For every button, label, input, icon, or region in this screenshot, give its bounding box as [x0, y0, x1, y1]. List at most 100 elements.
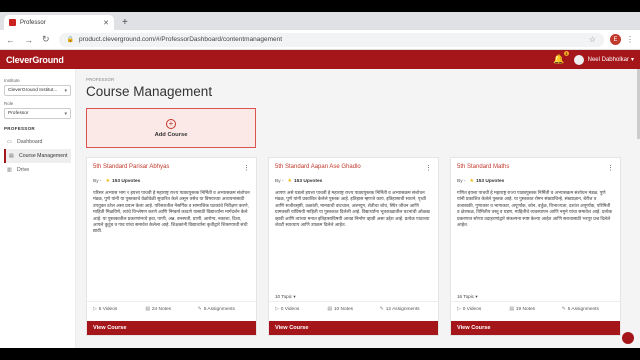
sidebar: Institute CleverGround Institut... ▾ Rol… — [0, 69, 76, 348]
user-name[interactable]: Neel Dabholkar — [588, 57, 629, 63]
floating-action-button[interactable] — [622, 332, 634, 344]
sidebar-item-drive[interactable]: ▥ Drive — [4, 163, 71, 177]
upvotes-count: 153 Upvotes — [294, 178, 323, 184]
topics-dropdown[interactable]: 16 Topic ▾ — [457, 294, 478, 300]
course-list: 5th Standard Parisar Abhyas ⋮ By - ★ 153 Up… — [86, 157, 630, 336]
course-card: 5th Standard Aapan Ase Ghadlo ⋮ By - ★ 153 … — [268, 157, 439, 336]
add-course-button[interactable]: + Add Course — [86, 108, 256, 148]
notification-count: 1 — [564, 51, 569, 56]
app-header: CleverGround 🔔 1 Neel Dabholkar ▾ — [0, 50, 640, 69]
notes-icon: ▤ — [145, 307, 150, 312]
video-icon: ▷ — [457, 307, 461, 312]
more-options-icon[interactable]: ⋮ — [425, 164, 432, 172]
back-icon[interactable]: ← — [6, 35, 15, 45]
upvotes-count: 153 Upvotes — [476, 178, 505, 184]
dashboard-icon: ▭ — [7, 139, 12, 145]
institute-select[interactable]: CleverGround Institut... ▾ — [4, 85, 71, 96]
star-icon: ★ — [469, 178, 475, 184]
assignments-count: 5 Assignments — [567, 307, 599, 312]
course-title[interactable]: 5th Standard Aapan Ase Ghadlo — [275, 164, 361, 172]
add-course-label: Add Course — [154, 131, 188, 138]
view-course-button[interactable]: View Course — [269, 321, 438, 335]
page-title: Course Management — [86, 84, 213, 99]
sidebar-item-label: Course Management — [19, 153, 68, 159]
course-description: आपण असे घडलो इयत्ता पाचवी हे महाराष्ट्र … — [275, 190, 430, 228]
view-course-button[interactable]: View Course — [87, 321, 256, 335]
course-stats: ▷ 0 Videos ▤ 10 Notes ✎ 12 Assignments — [269, 301, 438, 317]
course-description: गणित इयत्ता पाचवी हे महाराष्ट्र राज्य पा… — [457, 190, 613, 228]
chevron-down-icon: ▾ — [64, 87, 67, 94]
course-description: परिसर अभ्यास भाग १ इयत्ता पाचवी हे महारा… — [93, 190, 250, 234]
sidebar-item-dashboard[interactable]: ▭ Dashboard — [4, 135, 71, 149]
forward-icon[interactable]: → — [24, 35, 33, 45]
course-stats: ▷ 5 Videos ▤ 24 Notes ✎ 5 Assignments — [87, 301, 256, 317]
app-logo[interactable]: CleverGround — [6, 55, 64, 65]
assignment-icon: ✎ — [561, 307, 566, 312]
role-label: Role — [4, 101, 14, 106]
course-title[interactable]: 5th Standard Parisar Abhyas — [93, 164, 169, 172]
notes-count: 24 Notes — [151, 307, 172, 312]
topics-count: 16 Topic — [457, 294, 475, 299]
videos-count: 0 Videos — [462, 307, 482, 312]
browser-menu-icon[interactable]: ⋮ — [626, 35, 634, 44]
main-content: PROFESSOR Course Management + Add Course… — [76, 69, 640, 348]
role-select[interactable]: Professor ▾ — [4, 108, 71, 119]
user-menu-chevron-icon[interactable]: ▾ — [631, 56, 634, 63]
browser-tab[interactable]: Professor ✕ — [4, 15, 114, 30]
view-course-button[interactable]: View Course — [451, 321, 620, 335]
url-text: product.cleverground.com/#/ProfessorDash… — [79, 36, 283, 43]
tab-title: Professor — [20, 19, 46, 26]
sidebar-item-label: Drive — [17, 167, 30, 173]
assignment-icon: ✎ — [197, 307, 202, 312]
institute-value: CleverGround Institut... — [8, 88, 58, 93]
screen: Professor ✕ + ← → ↻ 🔒 product.clevergrou… — [0, 12, 640, 348]
videos-count: 0 Videos — [280, 307, 300, 312]
institute-label: Institute — [4, 78, 20, 83]
sidebar-section-title: PROFESSOR — [4, 126, 35, 131]
close-tab-icon[interactable]: ✕ — [103, 19, 109, 27]
videos-count: 5 Videos — [98, 307, 118, 312]
author-label: By - — [93, 178, 102, 184]
browser-profile-avatar[interactable]: E — [610, 34, 621, 45]
plus-icon: + — [166, 118, 176, 129]
star-icon: ★ — [287, 178, 293, 184]
chevron-down-icon: ▾ — [64, 110, 67, 117]
tab-strip: Professor ✕ + — [0, 12, 640, 30]
sidebar-item-label: Dashboard — [17, 139, 43, 145]
notes-count: 19 Notes — [515, 307, 536, 312]
star-icon: ★ — [105, 178, 111, 184]
upvotes-count: 153 Upvotes — [112, 178, 141, 184]
course-card: 5th Standard Maths ⋮ By - ★ 153 Upvotes गणि… — [450, 157, 621, 336]
course-card: 5th Standard Parisar Abhyas ⋮ By - ★ 153 Up… — [86, 157, 257, 336]
lock-icon: 🔒 — [66, 37, 75, 43]
notes-count: 10 Notes — [333, 307, 354, 312]
user-avatar[interactable] — [573, 54, 584, 65]
more-options-icon[interactable]: ⋮ — [607, 164, 614, 172]
assignments-count: 5 Assignments — [203, 307, 235, 312]
author-label: By - — [275, 178, 284, 184]
video-icon: ▷ — [275, 307, 279, 312]
new-tab-button[interactable]: + — [122, 15, 128, 30]
notes-icon: ▤ — [327, 307, 332, 312]
favicon-icon — [9, 19, 16, 26]
assignment-icon: ✎ — [379, 307, 384, 312]
assignments-count: 12 Assignments — [385, 307, 420, 312]
notes-icon: ▤ — [509, 307, 514, 312]
author-label: By - — [457, 178, 466, 184]
course-icon: ▤ — [9, 153, 14, 159]
video-icon: ▷ — [93, 307, 97, 312]
role-value: Professor — [8, 111, 29, 116]
more-options-icon[interactable]: ⋮ — [243, 164, 250, 172]
topics-count: 10 Topic — [275, 294, 293, 299]
reload-icon[interactable]: ↻ — [42, 34, 50, 45]
drive-icon: ▥ — [7, 167, 12, 173]
topics-dropdown[interactable]: 10 Topic ▾ — [275, 294, 296, 300]
url-field[interactable]: 🔒 product.cleverground.com/#/ProfessorDa… — [58, 32, 604, 47]
bookmark-star-icon[interactable]: ☆ — [589, 35, 596, 44]
chevron-down-icon: ▾ — [475, 294, 478, 299]
sidebar-item-course-management[interactable]: ▤ Course Management — [4, 149, 71, 163]
notification-bell-icon[interactable]: 🔔 1 — [553, 51, 569, 65]
course-title[interactable]: 5th Standard Maths — [457, 164, 509, 172]
breadcrumb: PROFESSOR — [86, 77, 115, 82]
address-bar: ← → ↻ 🔒 product.cleverground.com/#/Profe… — [0, 30, 640, 50]
